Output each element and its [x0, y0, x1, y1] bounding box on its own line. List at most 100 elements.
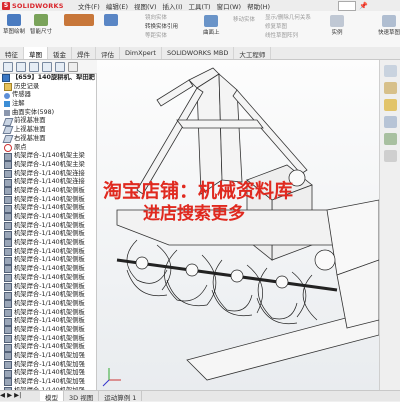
- tree-item-label: 机架焊合-1/140机架加强: [14, 378, 85, 386]
- move-entity-button[interactable]: 移动实体: [233, 15, 255, 23]
- display-manager-tab-icon[interactable]: [55, 61, 65, 72]
- assembly-icon: [2, 74, 10, 83]
- part-icon: [4, 282, 12, 291]
- tab-sheetmetal[interactable]: 钣金: [48, 47, 72, 59]
- tree-item[interactable]: 机架焊合-1/140机架侧板: [0, 239, 96, 248]
- tree-item[interactable]: 机架焊合-1/140机架加强: [0, 378, 96, 387]
- menu-window[interactable]: 窗口(W): [217, 1, 242, 11]
- rotor-shaft: [116, 258, 338, 292]
- display-relations-label: 显示/删除几何关系: [265, 15, 311, 21]
- tree-item-label: 前视基准面: [14, 117, 46, 125]
- tree-item[interactable]: 机架焊合-1/140机架加强: [0, 352, 96, 361]
- dimxpert-manager-tab-icon[interactable]: [42, 61, 52, 72]
- menu-insert[interactable]: 插入(I): [163, 1, 183, 11]
- property-manager-tab-icon[interactable]: [16, 61, 26, 72]
- tree-item[interactable]: 机架焊合-1/140机架主梁: [0, 161, 96, 170]
- linear-pattern-button[interactable]: 线性草图阵列: [265, 31, 298, 39]
- menu-tools[interactable]: 工具(T): [189, 1, 211, 11]
- tree-item[interactable]: 机架焊合-1/140机架连接: [0, 170, 96, 179]
- part-icon: [4, 239, 12, 248]
- tab-mbd[interactable]: SOLIDWORKS MBD: [162, 47, 235, 59]
- tree-item-label: 机架焊合-1/140机架侧板: [14, 230, 85, 238]
- tab-features[interactable]: 特征: [0, 47, 24, 59]
- tree-item[interactable]: 注解: [0, 100, 96, 109]
- tree-item[interactable]: 机架焊合-1/140机架侧板: [0, 309, 96, 318]
- menu-view[interactable]: 视图(V): [134, 1, 157, 11]
- tree-item[interactable]: 机架焊合-1/140机架加强: [0, 369, 96, 378]
- part-icon: [4, 230, 12, 239]
- tab-weldments[interactable]: 焊件: [72, 47, 96, 59]
- tree-item[interactable]: 机架焊合-1/140机架侧板: [0, 187, 96, 196]
- tree-item-label: 机架焊合-1/140机架侧板: [14, 299, 85, 307]
- tree-item[interactable]: 右视基准面: [0, 135, 96, 144]
- custom-properties-icon[interactable]: [384, 150, 397, 162]
- tree-item[interactable]: 机架焊合-1/140机架侧板: [0, 326, 96, 335]
- repair-sketch-button[interactable]: 修复草图: [265, 22, 287, 30]
- tree-item-label: 机架焊合-1/140机架侧板: [14, 325, 85, 333]
- tab-dimxpert[interactable]: DimXpert: [120, 47, 162, 59]
- part-icon: [4, 152, 12, 161]
- view-palette-icon[interactable]: [384, 116, 397, 128]
- tree-item-label: 机架焊合-1/140机架连接: [14, 178, 85, 186]
- pin-icon[interactable]: 📌: [359, 2, 368, 10]
- menu-edit[interactable]: 编辑(E): [106, 1, 128, 11]
- convert-button[interactable]: 转换实体引用: [145, 22, 178, 30]
- trim-icon: [104, 14, 118, 26]
- file-explorer-icon[interactable]: [384, 99, 397, 111]
- offset-button[interactable]: 等距实体: [145, 31, 167, 39]
- filter-icon[interactable]: [68, 61, 78, 72]
- tree-item[interactable]: 机架焊合-1/140机架侧板: [0, 204, 96, 213]
- tab-sketch[interactable]: 草图: [24, 47, 48, 59]
- tree-item-label: 机架焊合-1/140机架加强: [14, 352, 85, 359]
- graphics-viewport[interactable]: [97, 60, 379, 390]
- tree-item[interactable]: 机架焊合-1/140机架侧板: [0, 283, 96, 292]
- tree-item[interactable]: 机架焊合-1/140机架侧板: [0, 256, 96, 265]
- instant2d-label: 实例: [331, 30, 343, 36]
- tree-item[interactable]: 机架焊合-1/140机架连接: [0, 178, 96, 187]
- instant2d-button[interactable]: 实例: [330, 15, 344, 36]
- tree-item[interactable]: 机架焊合-1/140机架侧板: [0, 291, 96, 300]
- tree-item[interactable]: 上视基准面: [0, 126, 96, 135]
- tree-item[interactable]: 原点: [0, 144, 96, 153]
- solidworks-logo[interactable]: S SOLIDWORKS: [2, 1, 64, 10]
- tree-item[interactable]: 机架焊合-1/140机架侧板: [0, 230, 96, 239]
- menu-help[interactable]: 帮助(H): [247, 1, 270, 11]
- tree-item[interactable]: 前视基准面: [0, 117, 96, 126]
- tree-item-label: 机架焊合-1/140机架侧板: [14, 256, 85, 264]
- tree-item[interactable]: 机架焊合-1/140机架侧板: [0, 213, 96, 222]
- feature-tree-tab-icon[interactable]: [3, 61, 13, 72]
- tree-item[interactable]: 机架焊合-1/140机架侧板: [0, 317, 96, 326]
- tab-evaluate[interactable]: 评估: [96, 47, 120, 59]
- menu-file[interactable]: 文件(F): [78, 1, 100, 11]
- search-input[interactable]: [338, 1, 356, 11]
- tree-item[interactable]: 机架焊合-1/140机架侧板: [0, 265, 96, 274]
- tree-item[interactable]: 机架焊合-1/140机架侧板: [0, 343, 96, 352]
- smart-dimension-button[interactable]: 智能尺寸: [30, 14, 52, 35]
- appearances-icon[interactable]: [384, 133, 397, 145]
- feature-tree: 【659】140旋耕机、犁田耙 历史记录 传感器 注解 曲面实体(598) 前视基准面上…: [0, 74, 97, 390]
- mirror-button[interactable]: 镜向实体: [145, 13, 167, 21]
- part-icon: [4, 343, 12, 352]
- tab-engineer[interactable]: 大工程师: [234, 47, 272, 59]
- trim-button[interactable]: [104, 14, 118, 27]
- tree-item[interactable]: 机架焊合-1/140机架侧板: [0, 274, 96, 283]
- tree-item-label: 机架焊合-1/140机架主梁: [14, 152, 85, 160]
- quick-sketch-button[interactable]: 快速草图: [378, 15, 400, 36]
- tree-item[interactable]: 传感器: [0, 91, 96, 100]
- tree-item[interactable]: 机架焊合-1/140机架侧板: [0, 196, 96, 205]
- surface-button[interactable]: 曲面上: [203, 15, 220, 36]
- tree-item[interactable]: 机架焊合-1/140机架侧板: [0, 335, 96, 344]
- sketch-button[interactable]: 草图绘制: [3, 14, 25, 35]
- sketch-icon: [7, 14, 21, 26]
- anno-icon: [4, 101, 10, 108]
- part-icon: [4, 326, 12, 335]
- tree-item[interactable]: 机架焊合-1/140机架主梁: [0, 152, 96, 161]
- display-relations-button[interactable]: 显示/删除几何关系: [265, 13, 311, 21]
- configuration-manager-tab-icon[interactable]: [29, 61, 39, 72]
- tree-root[interactable]: 【659】140旋耕机、犁田耙: [0, 74, 96, 83]
- tree-item[interactable]: 机架焊合-1/140机架侧板: [0, 300, 96, 309]
- resources-icon[interactable]: [384, 65, 397, 77]
- line-tools[interactable]: [64, 14, 94, 27]
- brace-left: [136, 87, 204, 195]
- design-library-icon[interactable]: [384, 82, 397, 94]
